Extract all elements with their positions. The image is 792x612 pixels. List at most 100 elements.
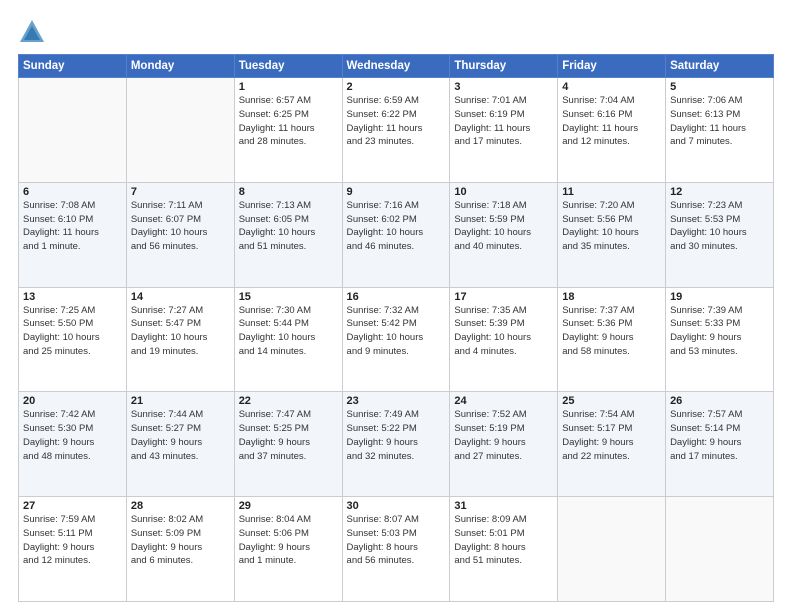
weekday-header-saturday: Saturday (666, 55, 774, 78)
day-info: Sunrise: 7:44 AM Sunset: 5:27 PM Dayligh… (131, 408, 230, 463)
calendar-cell: 12Sunrise: 7:23 AM Sunset: 5:53 PM Dayli… (666, 182, 774, 287)
day-info: Sunrise: 7:57 AM Sunset: 5:14 PM Dayligh… (670, 408, 769, 463)
header (18, 18, 774, 46)
calendar-cell: 31Sunrise: 8:09 AM Sunset: 5:01 PM Dayli… (450, 497, 558, 602)
weekday-header-thursday: Thursday (450, 55, 558, 78)
day-info: Sunrise: 7:30 AM Sunset: 5:44 PM Dayligh… (239, 304, 338, 359)
calendar-cell: 2Sunrise: 6:59 AM Sunset: 6:22 PM Daylig… (342, 78, 450, 183)
calendar-cell: 25Sunrise: 7:54 AM Sunset: 5:17 PM Dayli… (558, 392, 666, 497)
calendar-cell: 30Sunrise: 8:07 AM Sunset: 5:03 PM Dayli… (342, 497, 450, 602)
day-number: 24 (454, 395, 553, 407)
day-number: 17 (454, 291, 553, 303)
day-number: 7 (131, 186, 230, 198)
day-number: 29 (239, 500, 338, 512)
weekday-header-friday: Friday (558, 55, 666, 78)
calendar-cell: 9Sunrise: 7:16 AM Sunset: 6:02 PM Daylig… (342, 182, 450, 287)
day-info: Sunrise: 7:01 AM Sunset: 6:19 PM Dayligh… (454, 94, 553, 149)
day-number: 13 (23, 291, 122, 303)
day-info: Sunrise: 7:25 AM Sunset: 5:50 PM Dayligh… (23, 304, 122, 359)
calendar-cell: 20Sunrise: 7:42 AM Sunset: 5:30 PM Dayli… (19, 392, 127, 497)
day-info: Sunrise: 7:42 AM Sunset: 5:30 PM Dayligh… (23, 408, 122, 463)
day-number: 3 (454, 81, 553, 93)
day-info: Sunrise: 7:11 AM Sunset: 6:07 PM Dayligh… (131, 199, 230, 254)
calendar-cell: 4Sunrise: 7:04 AM Sunset: 6:16 PM Daylig… (558, 78, 666, 183)
day-number: 20 (23, 395, 122, 407)
calendar-cell: 14Sunrise: 7:27 AM Sunset: 5:47 PM Dayli… (126, 287, 234, 392)
calendar-cell: 29Sunrise: 8:04 AM Sunset: 5:06 PM Dayli… (234, 497, 342, 602)
day-number: 31 (454, 500, 553, 512)
calendar-cell: 5Sunrise: 7:06 AM Sunset: 6:13 PM Daylig… (666, 78, 774, 183)
day-number: 19 (670, 291, 769, 303)
day-info: Sunrise: 7:16 AM Sunset: 6:02 PM Dayligh… (347, 199, 446, 254)
page: SundayMondayTuesdayWednesdayThursdayFrid… (0, 0, 792, 612)
calendar-cell (19, 78, 127, 183)
week-row-4: 20Sunrise: 7:42 AM Sunset: 5:30 PM Dayli… (19, 392, 774, 497)
calendar-cell: 24Sunrise: 7:52 AM Sunset: 5:19 PM Dayli… (450, 392, 558, 497)
calendar-cell: 6Sunrise: 7:08 AM Sunset: 6:10 PM Daylig… (19, 182, 127, 287)
calendar-cell: 19Sunrise: 7:39 AM Sunset: 5:33 PM Dayli… (666, 287, 774, 392)
day-info: Sunrise: 7:23 AM Sunset: 5:53 PM Dayligh… (670, 199, 769, 254)
day-number: 8 (239, 186, 338, 198)
day-info: Sunrise: 7:59 AM Sunset: 5:11 PM Dayligh… (23, 513, 122, 568)
weekday-header-row: SundayMondayTuesdayWednesdayThursdayFrid… (19, 55, 774, 78)
calendar-cell: 1Sunrise: 6:57 AM Sunset: 6:25 PM Daylig… (234, 78, 342, 183)
weekday-header-monday: Monday (126, 55, 234, 78)
day-info: Sunrise: 8:02 AM Sunset: 5:09 PM Dayligh… (131, 513, 230, 568)
calendar-cell: 27Sunrise: 7:59 AM Sunset: 5:11 PM Dayli… (19, 497, 127, 602)
calendar-cell: 21Sunrise: 7:44 AM Sunset: 5:27 PM Dayli… (126, 392, 234, 497)
day-number: 15 (239, 291, 338, 303)
calendar-cell: 8Sunrise: 7:13 AM Sunset: 6:05 PM Daylig… (234, 182, 342, 287)
week-row-1: 1Sunrise: 6:57 AM Sunset: 6:25 PM Daylig… (19, 78, 774, 183)
calendar-cell: 7Sunrise: 7:11 AM Sunset: 6:07 PM Daylig… (126, 182, 234, 287)
week-row-2: 6Sunrise: 7:08 AM Sunset: 6:10 PM Daylig… (19, 182, 774, 287)
day-info: Sunrise: 8:09 AM Sunset: 5:01 PM Dayligh… (454, 513, 553, 568)
week-row-5: 27Sunrise: 7:59 AM Sunset: 5:11 PM Dayli… (19, 497, 774, 602)
day-number: 16 (347, 291, 446, 303)
calendar-table: SundayMondayTuesdayWednesdayThursdayFrid… (18, 54, 774, 602)
day-number: 27 (23, 500, 122, 512)
day-number: 26 (670, 395, 769, 407)
day-number: 2 (347, 81, 446, 93)
day-number: 1 (239, 81, 338, 93)
calendar-cell: 23Sunrise: 7:49 AM Sunset: 5:22 PM Dayli… (342, 392, 450, 497)
day-info: Sunrise: 7:49 AM Sunset: 5:22 PM Dayligh… (347, 408, 446, 463)
day-number: 30 (347, 500, 446, 512)
logo (18, 18, 50, 46)
day-info: Sunrise: 6:57 AM Sunset: 6:25 PM Dayligh… (239, 94, 338, 149)
week-row-3: 13Sunrise: 7:25 AM Sunset: 5:50 PM Dayli… (19, 287, 774, 392)
day-info: Sunrise: 7:18 AM Sunset: 5:59 PM Dayligh… (454, 199, 553, 254)
day-info: Sunrise: 7:32 AM Sunset: 5:42 PM Dayligh… (347, 304, 446, 359)
weekday-header-sunday: Sunday (19, 55, 127, 78)
calendar-cell: 22Sunrise: 7:47 AM Sunset: 5:25 PM Dayli… (234, 392, 342, 497)
calendar-cell: 18Sunrise: 7:37 AM Sunset: 5:36 PM Dayli… (558, 287, 666, 392)
calendar-cell: 10Sunrise: 7:18 AM Sunset: 5:59 PM Dayli… (450, 182, 558, 287)
day-number: 22 (239, 395, 338, 407)
day-number: 18 (562, 291, 661, 303)
day-info: Sunrise: 8:07 AM Sunset: 5:03 PM Dayligh… (347, 513, 446, 568)
day-info: Sunrise: 7:06 AM Sunset: 6:13 PM Dayligh… (670, 94, 769, 149)
day-info: Sunrise: 7:04 AM Sunset: 6:16 PM Dayligh… (562, 94, 661, 149)
calendar-cell (666, 497, 774, 602)
day-number: 4 (562, 81, 661, 93)
calendar-cell: 26Sunrise: 7:57 AM Sunset: 5:14 PM Dayli… (666, 392, 774, 497)
day-info: Sunrise: 7:47 AM Sunset: 5:25 PM Dayligh… (239, 408, 338, 463)
day-info: Sunrise: 6:59 AM Sunset: 6:22 PM Dayligh… (347, 94, 446, 149)
day-info: Sunrise: 7:13 AM Sunset: 6:05 PM Dayligh… (239, 199, 338, 254)
day-info: Sunrise: 7:27 AM Sunset: 5:47 PM Dayligh… (131, 304, 230, 359)
calendar-cell: 3Sunrise: 7:01 AM Sunset: 6:19 PM Daylig… (450, 78, 558, 183)
weekday-header-wednesday: Wednesday (342, 55, 450, 78)
day-info: Sunrise: 7:35 AM Sunset: 5:39 PM Dayligh… (454, 304, 553, 359)
day-number: 9 (347, 186, 446, 198)
calendar-cell: 17Sunrise: 7:35 AM Sunset: 5:39 PM Dayli… (450, 287, 558, 392)
day-number: 5 (670, 81, 769, 93)
calendar-cell: 16Sunrise: 7:32 AM Sunset: 5:42 PM Dayli… (342, 287, 450, 392)
day-info: Sunrise: 7:54 AM Sunset: 5:17 PM Dayligh… (562, 408, 661, 463)
day-number: 11 (562, 186, 661, 198)
day-number: 23 (347, 395, 446, 407)
calendar-cell: 28Sunrise: 8:02 AM Sunset: 5:09 PM Dayli… (126, 497, 234, 602)
calendar-cell (126, 78, 234, 183)
day-number: 28 (131, 500, 230, 512)
calendar-cell (558, 497, 666, 602)
day-number: 10 (454, 186, 553, 198)
day-number: 25 (562, 395, 661, 407)
